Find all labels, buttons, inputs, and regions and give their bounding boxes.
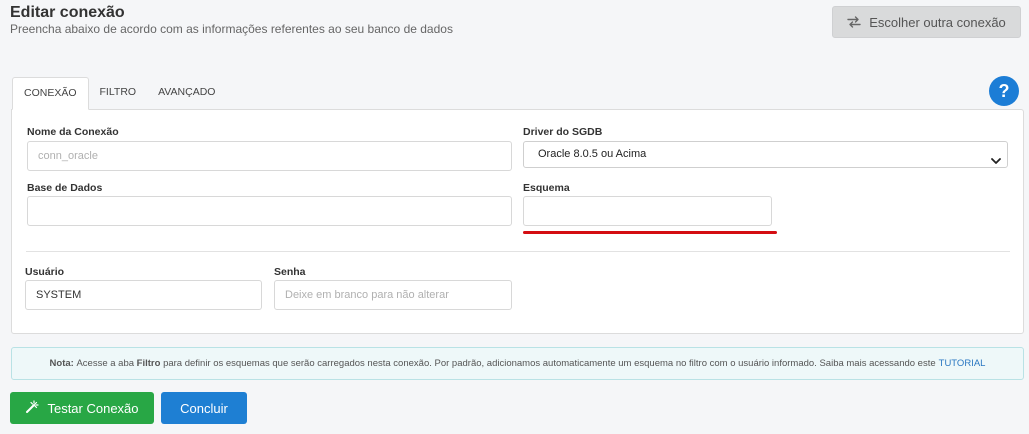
test-connection-button[interactable]: Testar Conexão — [10, 392, 154, 424]
password-input[interactable] — [274, 280, 512, 310]
tutorial-link[interactable]: TUTORIAL — [939, 358, 986, 369]
test-connection-label: Testar Conexão — [47, 400, 139, 416]
schema-highlight-underline — [523, 231, 777, 234]
note-banner: Nota: Acesse a aba Filtro para definir o… — [11, 347, 1024, 380]
chevron-down-icon — [991, 150, 1001, 175]
schema-input[interactable] — [523, 196, 772, 226]
driver-label: Driver do SGDB — [523, 126, 603, 138]
note-text-2: para definir os esquemas que serão carre… — [163, 358, 936, 369]
note-prefix: Nota: — [49, 358, 74, 369]
connection-name-input[interactable] — [27, 141, 512, 171]
magic-wand-icon — [25, 399, 40, 417]
conclude-button[interactable]: Concluir — [161, 392, 247, 424]
tab-filtro[interactable]: FILTRO — [89, 77, 148, 110]
database-label: Base de Dados — [27, 182, 103, 194]
tab-conexao[interactable]: CONEXÃO — [12, 77, 89, 110]
page-subtitle: Preencha abaixo de acordo com as informa… — [10, 22, 453, 36]
database-input[interactable] — [27, 196, 512, 226]
page-title: Editar conexão — [10, 4, 125, 21]
choose-other-connection-button[interactable]: Escolher outra conexão — [832, 6, 1021, 38]
schema-label: Esquema — [523, 182, 570, 194]
note-text-1: Acesse a aba — [76, 358, 135, 369]
user-label: Usuário — [25, 266, 65, 278]
choose-other-connection-label: Escolher outra conexão — [869, 14, 1006, 30]
driver-selected-value: Oracle 8.0.5 ou Acima — [538, 148, 647, 160]
note-filter-bold: Filtro — [136, 358, 161, 369]
section-divider — [26, 251, 1010, 252]
connection-form-panel: Nome da Conexão Driver do SGDB Oracle 8.… — [11, 109, 1024, 334]
driver-select[interactable]: Oracle 8.0.5 ou Acima — [523, 141, 1008, 168]
tab-bar: CONEXÃO FILTRO AVANÇADO — [12, 77, 226, 110]
connection-name-label: Nome da Conexão — [27, 126, 119, 138]
question-icon: ? — [998, 80, 1010, 101]
tab-avancado[interactable]: AVANÇADO — [147, 77, 226, 110]
help-button[interactable]: ? — [989, 76, 1019, 106]
swap-arrows-icon — [847, 16, 861, 28]
conclude-label: Concluir — [180, 400, 228, 416]
password-label: Senha — [274, 266, 306, 278]
user-input[interactable] — [25, 280, 262, 310]
